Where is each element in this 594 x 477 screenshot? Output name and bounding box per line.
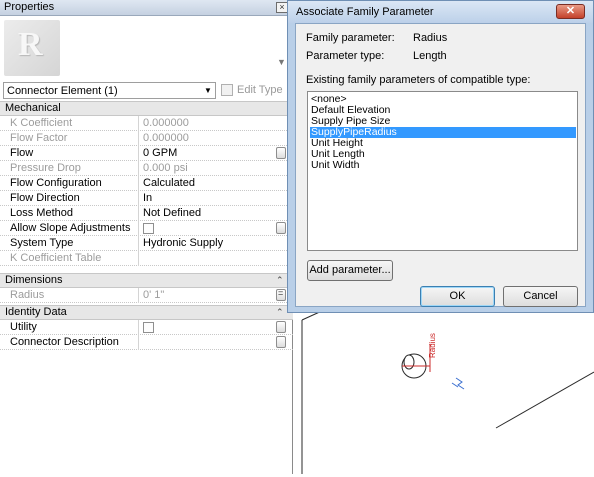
property-name: Flow Direction <box>10 192 80 204</box>
property-row[interactable]: Connector Description <box>0 335 293 350</box>
property-value: Calculated <box>143 177 195 189</box>
property-value: 0.000 psi <box>143 162 188 174</box>
property-row[interactable]: K Coefficient 0.000000 <box>0 116 293 131</box>
properties-title-bar[interactable]: Properties × <box>0 0 293 16</box>
property-row[interactable]: K Coefficient Table <box>0 251 293 266</box>
chevron-down-icon[interactable]: ▼ <box>277 57 286 67</box>
column-divider <box>138 206 139 221</box>
property-value: 0' 1" <box>143 289 165 301</box>
collapse-chevron-icon[interactable]: ⌃ <box>276 274 284 287</box>
parameter-type-label: Parameter type: <box>306 50 385 62</box>
cancel-button[interactable]: Cancel <box>503 286 578 307</box>
add-parameter-button[interactable]: Add parameter... <box>307 260 393 281</box>
property-row[interactable]: Pressure Drop 0.000 psi <box>0 161 293 176</box>
property-name: Loss Method <box>10 207 73 219</box>
pipe-connector-icon[interactable]: Radius <box>401 333 437 379</box>
edit-type-icon <box>221 84 233 96</box>
property-row[interactable]: System Type Hydronic Supply <box>0 236 293 251</box>
property-row[interactable]: Flow Direction In <box>0 191 293 206</box>
property-value: 0 GPM <box>143 147 178 159</box>
property-name: K Coefficient Table <box>10 252 102 264</box>
model-edges <box>301 309 594 474</box>
property-name: K Coefficient <box>10 117 73 129</box>
property-value: Not Defined <box>143 207 202 219</box>
property-name: Utility <box>10 321 37 333</box>
associate-parameter-button[interactable] <box>276 222 286 234</box>
column-divider <box>138 236 139 251</box>
property-name: Flow <box>10 147 34 159</box>
associate-family-parameter-dialog: Associate Family Parameter ✕ Family para… <box>287 0 594 313</box>
property-name: Pressure Drop <box>10 162 81 174</box>
properties-title: Properties <box>4 1 55 13</box>
parameter-type-value: Length <box>413 50 447 62</box>
flow-arrow-icon <box>451 377 465 390</box>
property-row[interactable]: Allow Slope Adjustments <box>0 221 293 236</box>
family-parameter-label: Family parameter: <box>306 32 395 44</box>
collapse-chevron-icon[interactable]: ⌃ <box>276 306 284 319</box>
column-divider <box>138 251 139 266</box>
properties-palette: Properties × R ▼ Connector Element (1) ▼… <box>0 0 293 474</box>
column-divider <box>138 116 139 131</box>
element-type-dropdown[interactable]: Connector Element (1) ▼ <box>3 82 216 99</box>
property-name: Allow Slope Adjustments <box>10 222 131 234</box>
property-row[interactable]: Flow 0 GPM <box>0 146 293 161</box>
allow-slope-checkbox[interactable] <box>143 223 154 234</box>
property-row[interactable]: Utility <box>0 320 293 335</box>
group-label: Mechanical <box>5 102 61 114</box>
associate-parameter-button[interactable] <box>276 147 286 159</box>
existing-parameters-label: Existing family parameters of compatible… <box>306 74 531 86</box>
associate-parameter-button[interactable] <box>276 321 286 333</box>
property-value: 0.000000 <box>143 132 189 144</box>
property-value: In <box>143 192 153 204</box>
existing-parameters-list[interactable]: <none> Default Elevation Supply Pipe Siz… <box>307 91 578 251</box>
list-item[interactable]: Unit Width <box>310 160 576 171</box>
edit-type-label: Edit Type <box>237 84 283 96</box>
type-selector-row: Connector Element (1) ▼ Edit Type <box>0 82 293 100</box>
property-row[interactable]: Flow Configuration Calculated <box>0 176 293 191</box>
close-icon[interactable]: ✕ <box>556 4 585 19</box>
property-value: Hydronic Supply <box>143 237 224 249</box>
property-row[interactable]: Loss Method Not Defined <box>0 206 293 221</box>
dropdown-arrow-icon: ▼ <box>204 86 212 95</box>
group-label: Dimensions <box>5 274 63 286</box>
property-name: System Type <box>10 237 74 249</box>
family-parameter-value: Radius <box>413 32 448 44</box>
group-label: Identity Data <box>5 306 67 318</box>
group-mechanical[interactable]: Mechanical <box>0 101 293 116</box>
family-logo-icon: R <box>4 20 60 76</box>
column-divider <box>138 335 139 350</box>
edit-type-button[interactable]: Edit Type <box>219 82 291 99</box>
dialog-title-bar[interactable]: Associate Family Parameter ✕ <box>288 1 593 23</box>
associate-parameter-button[interactable] <box>276 336 286 348</box>
column-divider <box>138 288 139 303</box>
column-divider <box>138 146 139 161</box>
column-divider <box>138 176 139 191</box>
property-name: Connector Description <box>10 336 119 348</box>
type-preview: R ▼ <box>0 17 293 81</box>
ok-button[interactable]: OK <box>420 286 495 307</box>
element-type-dropdown-value: Connector Element (1) <box>7 85 118 97</box>
connector-radius-label: Radius <box>428 333 437 358</box>
column-divider <box>138 131 139 146</box>
model-view-canvas: Radius <box>301 309 594 474</box>
column-divider <box>138 191 139 206</box>
column-divider <box>138 221 139 236</box>
associate-parameter-button[interactable] <box>276 288 286 301</box>
property-row[interactable]: Flow Factor 0.000000 <box>0 131 293 146</box>
dialog-title: Associate Family Parameter <box>296 6 434 18</box>
column-divider <box>138 320 139 335</box>
group-dimensions[interactable]: Dimensions ⌃ <box>0 273 293 288</box>
group-identity-data[interactable]: Identity Data ⌃ <box>0 305 293 320</box>
dialog-body: Family parameter: Radius Parameter type:… <box>295 23 586 307</box>
property-value: 0.000000 <box>143 117 189 129</box>
model-view[interactable]: Radius <box>296 300 594 474</box>
column-divider <box>138 161 139 176</box>
property-name: Flow Factor <box>10 132 68 144</box>
utility-checkbox[interactable] <box>143 322 154 333</box>
property-row[interactable]: Radius 0' 1" <box>0 288 293 303</box>
property-name: Radius <box>10 289 45 301</box>
property-name: Flow Configuration <box>10 177 102 189</box>
